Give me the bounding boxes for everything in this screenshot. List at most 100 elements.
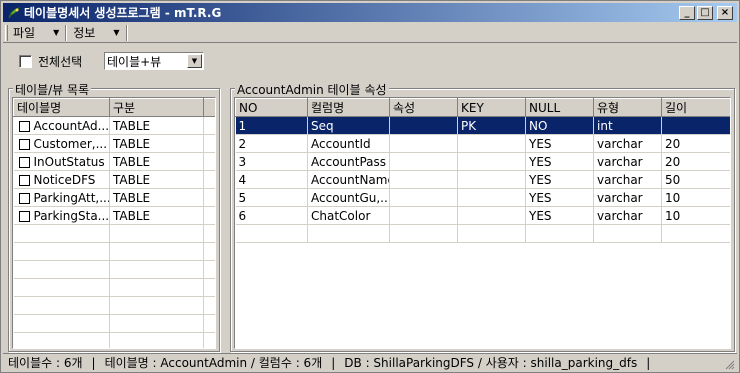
table-type-cell bbox=[109, 278, 204, 297]
table-name-label: InOutStatus bbox=[33, 154, 105, 169]
column-header-1[interactable]: 컬럼명 bbox=[307, 98, 390, 117]
table-checkbox[interactable] bbox=[18, 174, 30, 186]
filler-cell bbox=[203, 332, 215, 348]
no-cell: 6 bbox=[235, 206, 308, 225]
table-row[interactable]: ParkingAtt,... TABLE bbox=[13, 188, 215, 207]
column-name-cell: AccountPass bbox=[307, 152, 390, 171]
type-cell: int bbox=[593, 116, 662, 135]
empty-row bbox=[235, 224, 730, 243]
column-row[interactable]: 1 Seq PK NO int bbox=[235, 116, 730, 135]
app-window: 테이블명세서 생성프로그램 - mT.R.G _ □ × 파일 ▼ 정보 ▼ 전… bbox=[0, 0, 740, 373]
column-header-6[interactable]: 길이 bbox=[661, 98, 730, 117]
table-row[interactable]: NoticeDFS TABLE bbox=[13, 170, 215, 189]
attribute-cell bbox=[389, 116, 458, 135]
column-row[interactable]: 5 AccountGu,... YES varchar 10 bbox=[235, 188, 730, 207]
column-header-4[interactable]: NULL bbox=[525, 98, 594, 117]
filler-cell bbox=[203, 260, 215, 279]
chevron-down-icon: ▼ bbox=[53, 28, 60, 37]
menu-info[interactable]: 정보 ▼ bbox=[71, 24, 121, 42]
table-name-label: Customer,... bbox=[33, 136, 108, 151]
status-table-count: 테이블수 : 6개 bbox=[8, 356, 83, 370]
chevron-down-icon: ▼ bbox=[113, 28, 120, 37]
column-row[interactable]: 3 AccountPass YES varchar 20 bbox=[235, 152, 730, 171]
table-row[interactable]: InOutStatus TABLE bbox=[13, 152, 215, 171]
status-db-info: DB : ShillaParkingDFS / 사용자 : shilla_par… bbox=[344, 356, 638, 370]
status-table-info: 테이블명 : AccountAdmin / 컬럼수 : 6개 bbox=[104, 356, 323, 370]
table-type-cell bbox=[109, 224, 204, 243]
table-row[interactable]: ParkingSta... TABLE bbox=[13, 206, 215, 225]
table-checkbox[interactable] bbox=[18, 156, 30, 168]
table-checkbox[interactable] bbox=[18, 120, 30, 132]
key-cell bbox=[457, 224, 526, 243]
table-name-label: ParkingAtt,... bbox=[33, 190, 110, 205]
table-type-cell: TABLE bbox=[109, 134, 204, 153]
null-cell bbox=[525, 224, 594, 243]
table-checkbox[interactable] bbox=[18, 192, 30, 204]
type-cell: varchar bbox=[593, 188, 662, 207]
column-row[interactable]: 6 ChatColor YES varchar 10 bbox=[235, 206, 730, 225]
filler-cell bbox=[203, 188, 215, 207]
filler-cell bbox=[203, 134, 215, 153]
column-row[interactable]: 4 AccountName YES varchar 50 bbox=[235, 170, 730, 189]
table-list-grid[interactable]: 테이블명 구분 AccountAd... TABLE Customer,... TAB… bbox=[12, 97, 216, 349]
column-properties-legend: AccountAdmin 테이블 속성 bbox=[235, 81, 389, 98]
null-cell: YES bbox=[525, 206, 594, 225]
table-type-cell: TABLE bbox=[109, 170, 204, 189]
table-checkbox[interactable] bbox=[18, 138, 30, 150]
type-cell: varchar bbox=[593, 152, 662, 171]
table-name-cell bbox=[13, 332, 110, 348]
attribute-cell bbox=[389, 206, 458, 225]
table-type-cell bbox=[109, 314, 204, 333]
column-header-0[interactable]: NO bbox=[235, 98, 308, 117]
length-cell: 20 bbox=[661, 134, 730, 153]
filler-cell bbox=[203, 116, 215, 135]
column-name-cell: Seq bbox=[307, 116, 390, 135]
table-name-cell bbox=[13, 278, 110, 297]
close-button[interactable]: × bbox=[717, 5, 733, 20]
table-checkbox[interactable] bbox=[18, 210, 30, 222]
menu-file[interactable]: 파일 ▼ bbox=[11, 24, 61, 42]
table-name-cell: AccountAd... bbox=[13, 116, 110, 135]
resize-grip-icon[interactable] bbox=[723, 358, 735, 370]
column-name-cell: AccountGu,... bbox=[307, 188, 390, 207]
filler-cell bbox=[203, 242, 215, 261]
null-cell: YES bbox=[525, 152, 594, 171]
type-cell: varchar bbox=[593, 134, 662, 153]
table-name-cell bbox=[13, 260, 110, 279]
null-cell: NO bbox=[525, 116, 594, 135]
empty-row bbox=[13, 296, 215, 315]
maximize-button[interactable]: □ bbox=[697, 5, 713, 20]
table-row[interactable]: AccountAd... TABLE bbox=[13, 116, 215, 135]
title-bar[interactable]: 테이블명세서 생성프로그램 - mT.R.G _ □ × bbox=[3, 3, 737, 22]
no-cell: 4 bbox=[235, 170, 308, 189]
table-name-cell bbox=[13, 314, 110, 333]
column-properties-grid[interactable]: NO 컬럼명 속성 KEY NULL 유형 길이 1 Seq PK NO int 2 AccountId… bbox=[234, 97, 731, 349]
column-header-3[interactable]: KEY bbox=[457, 98, 526, 117]
column-header-filler bbox=[203, 98, 215, 117]
column-header-table-name[interactable]: 테이블명 bbox=[13, 98, 110, 117]
no-cell bbox=[235, 224, 308, 243]
minimize-button[interactable]: _ bbox=[679, 5, 695, 20]
chevron-down-icon[interactable]: ▼ bbox=[187, 54, 202, 68]
column-properties-group: AccountAdmin 테이블 속성 NO 컬럼명 속성 KEY NULL 유형 길이 1… bbox=[230, 81, 735, 352]
attribute-cell bbox=[389, 170, 458, 189]
table-name-label: NoticeDFS bbox=[33, 172, 96, 187]
object-type-select[interactable]: 테이블+뷰 ▼ bbox=[104, 52, 204, 70]
table-name-label: AccountAd... bbox=[33, 118, 110, 133]
column-header-type[interactable]: 구분 bbox=[109, 98, 204, 117]
select-all-checkbox[interactable] bbox=[19, 55, 32, 68]
column-name-cell: ChatColor bbox=[307, 206, 390, 225]
no-cell: 3 bbox=[235, 152, 308, 171]
table-name-cell: InOutStatus bbox=[13, 152, 110, 171]
table-row[interactable]: Customer,... TABLE bbox=[13, 134, 215, 153]
column-name-cell: AccountId bbox=[307, 134, 390, 153]
column-name-cell: AccountName bbox=[307, 170, 390, 189]
empty-row bbox=[13, 314, 215, 333]
column-header-5[interactable]: 유형 bbox=[593, 98, 662, 117]
table-name-cell bbox=[13, 296, 110, 315]
table-type-cell: TABLE bbox=[109, 116, 204, 135]
column-header-2[interactable]: 속성 bbox=[389, 98, 458, 117]
filler-cell bbox=[203, 170, 215, 189]
column-row[interactable]: 2 AccountId YES varchar 20 bbox=[235, 134, 730, 153]
type-cell: varchar bbox=[593, 170, 662, 189]
